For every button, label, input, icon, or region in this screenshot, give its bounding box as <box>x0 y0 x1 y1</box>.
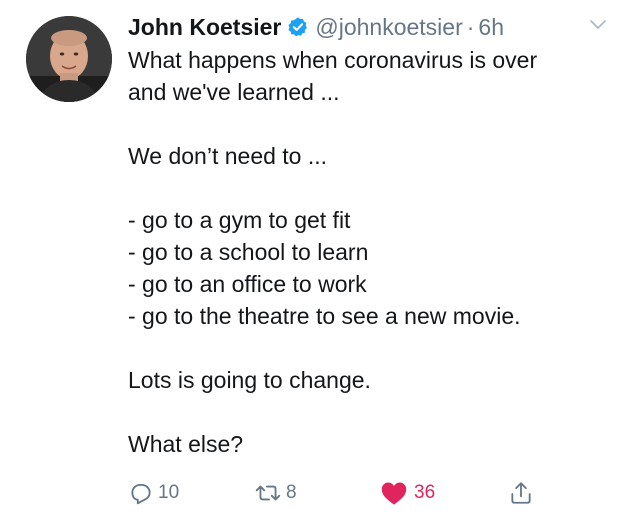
like-button[interactable]: 36 <box>380 478 435 508</box>
tweet-line: What else? <box>128 431 244 457</box>
share-icon <box>511 482 531 504</box>
share-button[interactable] <box>508 478 534 508</box>
reply-count: 10 <box>158 482 180 503</box>
verified-badge-icon <box>287 16 309 38</box>
chevron-down-icon[interactable] <box>588 18 608 32</box>
tweet-line: - go to a gym to get fit <box>128 207 351 233</box>
tweet: John Koetsier @johnkoetsier · 6h What ha… <box>0 0 633 525</box>
heart-icon <box>381 482 407 505</box>
retweet-button[interactable]: 8 <box>254 478 297 508</box>
retweet-count: 8 <box>286 482 297 503</box>
tweet-text: What happens when coronavirus is over an… <box>128 44 618 460</box>
display-name[interactable]: John Koetsier <box>128 14 281 41</box>
tweet-line: - go to an office to work <box>128 271 367 297</box>
reply-icon <box>131 483 151 505</box>
tweet-line: We don’t need to ... <box>128 143 328 169</box>
retweet-icon <box>255 485 281 501</box>
tweet-line: What happens when coronavirus is over <box>128 47 538 73</box>
timestamp[interactable]: 6h <box>478 14 504 41</box>
like-count: 36 <box>414 482 436 503</box>
tweet-line: Lots is going to change. <box>128 367 371 393</box>
avatar-image <box>26 16 112 102</box>
tweet-line: and we've learned ... <box>128 79 340 105</box>
reply-button[interactable]: 10 <box>128 478 179 508</box>
handle[interactable]: @johnkoetsier <box>315 14 462 41</box>
action-bar: 10 8 36 <box>128 478 608 508</box>
avatar[interactable] <box>26 16 112 102</box>
tweet-header: John Koetsier @johnkoetsier · 6h <box>128 12 504 42</box>
separator: · <box>466 13 475 40</box>
tweet-line: - go to the theatre to see a new movie. <box>128 303 521 329</box>
tweet-line: - go to a school to learn <box>128 239 369 265</box>
